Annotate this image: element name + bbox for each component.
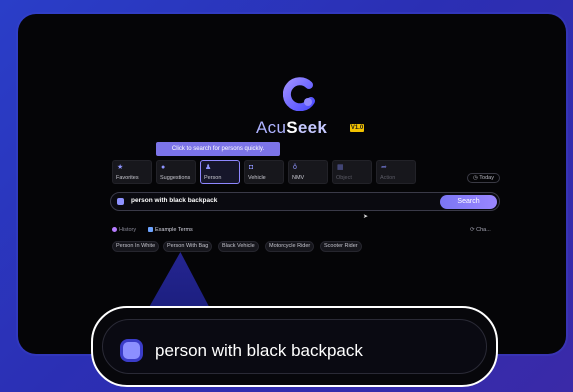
car-icon: ◘ <box>249 164 254 171</box>
category-vehicle[interactable]: ◘ Vehicle <box>244 160 284 184</box>
app-title-part1: Acu <box>256 118 287 137</box>
refresh-icon: ⟳ <box>470 227 475 233</box>
chip-scooter-rider[interactable]: Scooter Rider <box>320 241 362 252</box>
category-favorites[interactable]: ★ Favorites <box>112 160 152 184</box>
chip-person-in-white[interactable]: Person In White <box>112 241 160 252</box>
category-person[interactable]: ♟ Person <box>200 160 240 184</box>
example-terms-icon <box>148 227 153 233</box>
today-label: Today <box>479 175 494 181</box>
acuseek-logo-icon <box>282 77 317 112</box>
chip-person-with-bag[interactable]: Person With Bag <box>163 241 213 252</box>
lightbulb-icon: ● <box>161 164 166 171</box>
today-button[interactable]: ◷ Today <box>467 173 500 183</box>
app-window: AcuSeek V1.0 Click to search for persons… <box>18 14 566 354</box>
example-terms-label: Example Terms <box>155 227 193 233</box>
change-label: Cha... <box>476 227 491 233</box>
search-input[interactable]: person with black backpack <box>131 197 217 204</box>
chip-motorcycle-rider[interactable]: Motorcycle Rider <box>265 241 315 252</box>
category-label: Action <box>380 175 396 181</box>
version-badge: V1.0 <box>350 124 364 132</box>
app-title-part3: eek <box>297 118 328 137</box>
category-label: Object <box>336 175 352 181</box>
category-label: Vehicle <box>248 175 266 181</box>
person-icon: ♟ <box>205 164 212 171</box>
change-button[interactable]: ⟳ Cha... <box>470 227 491 233</box>
bike-icon: ǒ <box>293 164 297 171</box>
category-action[interactable]: ➦ Action <box>376 160 416 184</box>
search-type-icon-zoomed <box>123 342 140 359</box>
category-label: Person <box>204 175 222 181</box>
app-title-part2: S <box>286 118 298 137</box>
app-title: AcuSeek <box>256 118 327 140</box>
history-tab[interactable]: History <box>112 227 136 233</box>
category-suggestions[interactable]: ● Suggestions <box>156 160 196 184</box>
clock-icon: ◷ <box>473 175 478 181</box>
box-icon: ▦ <box>337 164 344 171</box>
action-icon: ➦ <box>381 164 387 171</box>
zoomed-search-callout: person with black backpack <box>91 306 498 387</box>
star-icon: ★ <box>117 164 124 171</box>
history-icon <box>112 227 117 233</box>
category-object[interactable]: ▦ Object <box>332 160 372 184</box>
search-type-icon <box>117 198 124 205</box>
search-bar[interactable]: person with black backpack Search <box>110 192 500 211</box>
category-nmv[interactable]: ǒ NMV <box>288 160 328 184</box>
category-label: NMV <box>292 175 305 181</box>
person-tooltip: Click to search for persons quickly. <box>156 142 280 156</box>
zoomed-search-text: person with black backpack <box>155 341 363 360</box>
mouse-cursor-icon: ➤ <box>363 214 369 220</box>
example-terms-tab[interactable]: Example Terms <box>148 227 193 233</box>
category-label: Favorites <box>116 175 139 181</box>
history-label: History <box>119 227 137 233</box>
search-button[interactable]: Search <box>440 195 497 209</box>
chip-black-vehicle[interactable]: Black Vehicle <box>218 241 259 252</box>
category-label: Suggestions <box>160 175 191 181</box>
